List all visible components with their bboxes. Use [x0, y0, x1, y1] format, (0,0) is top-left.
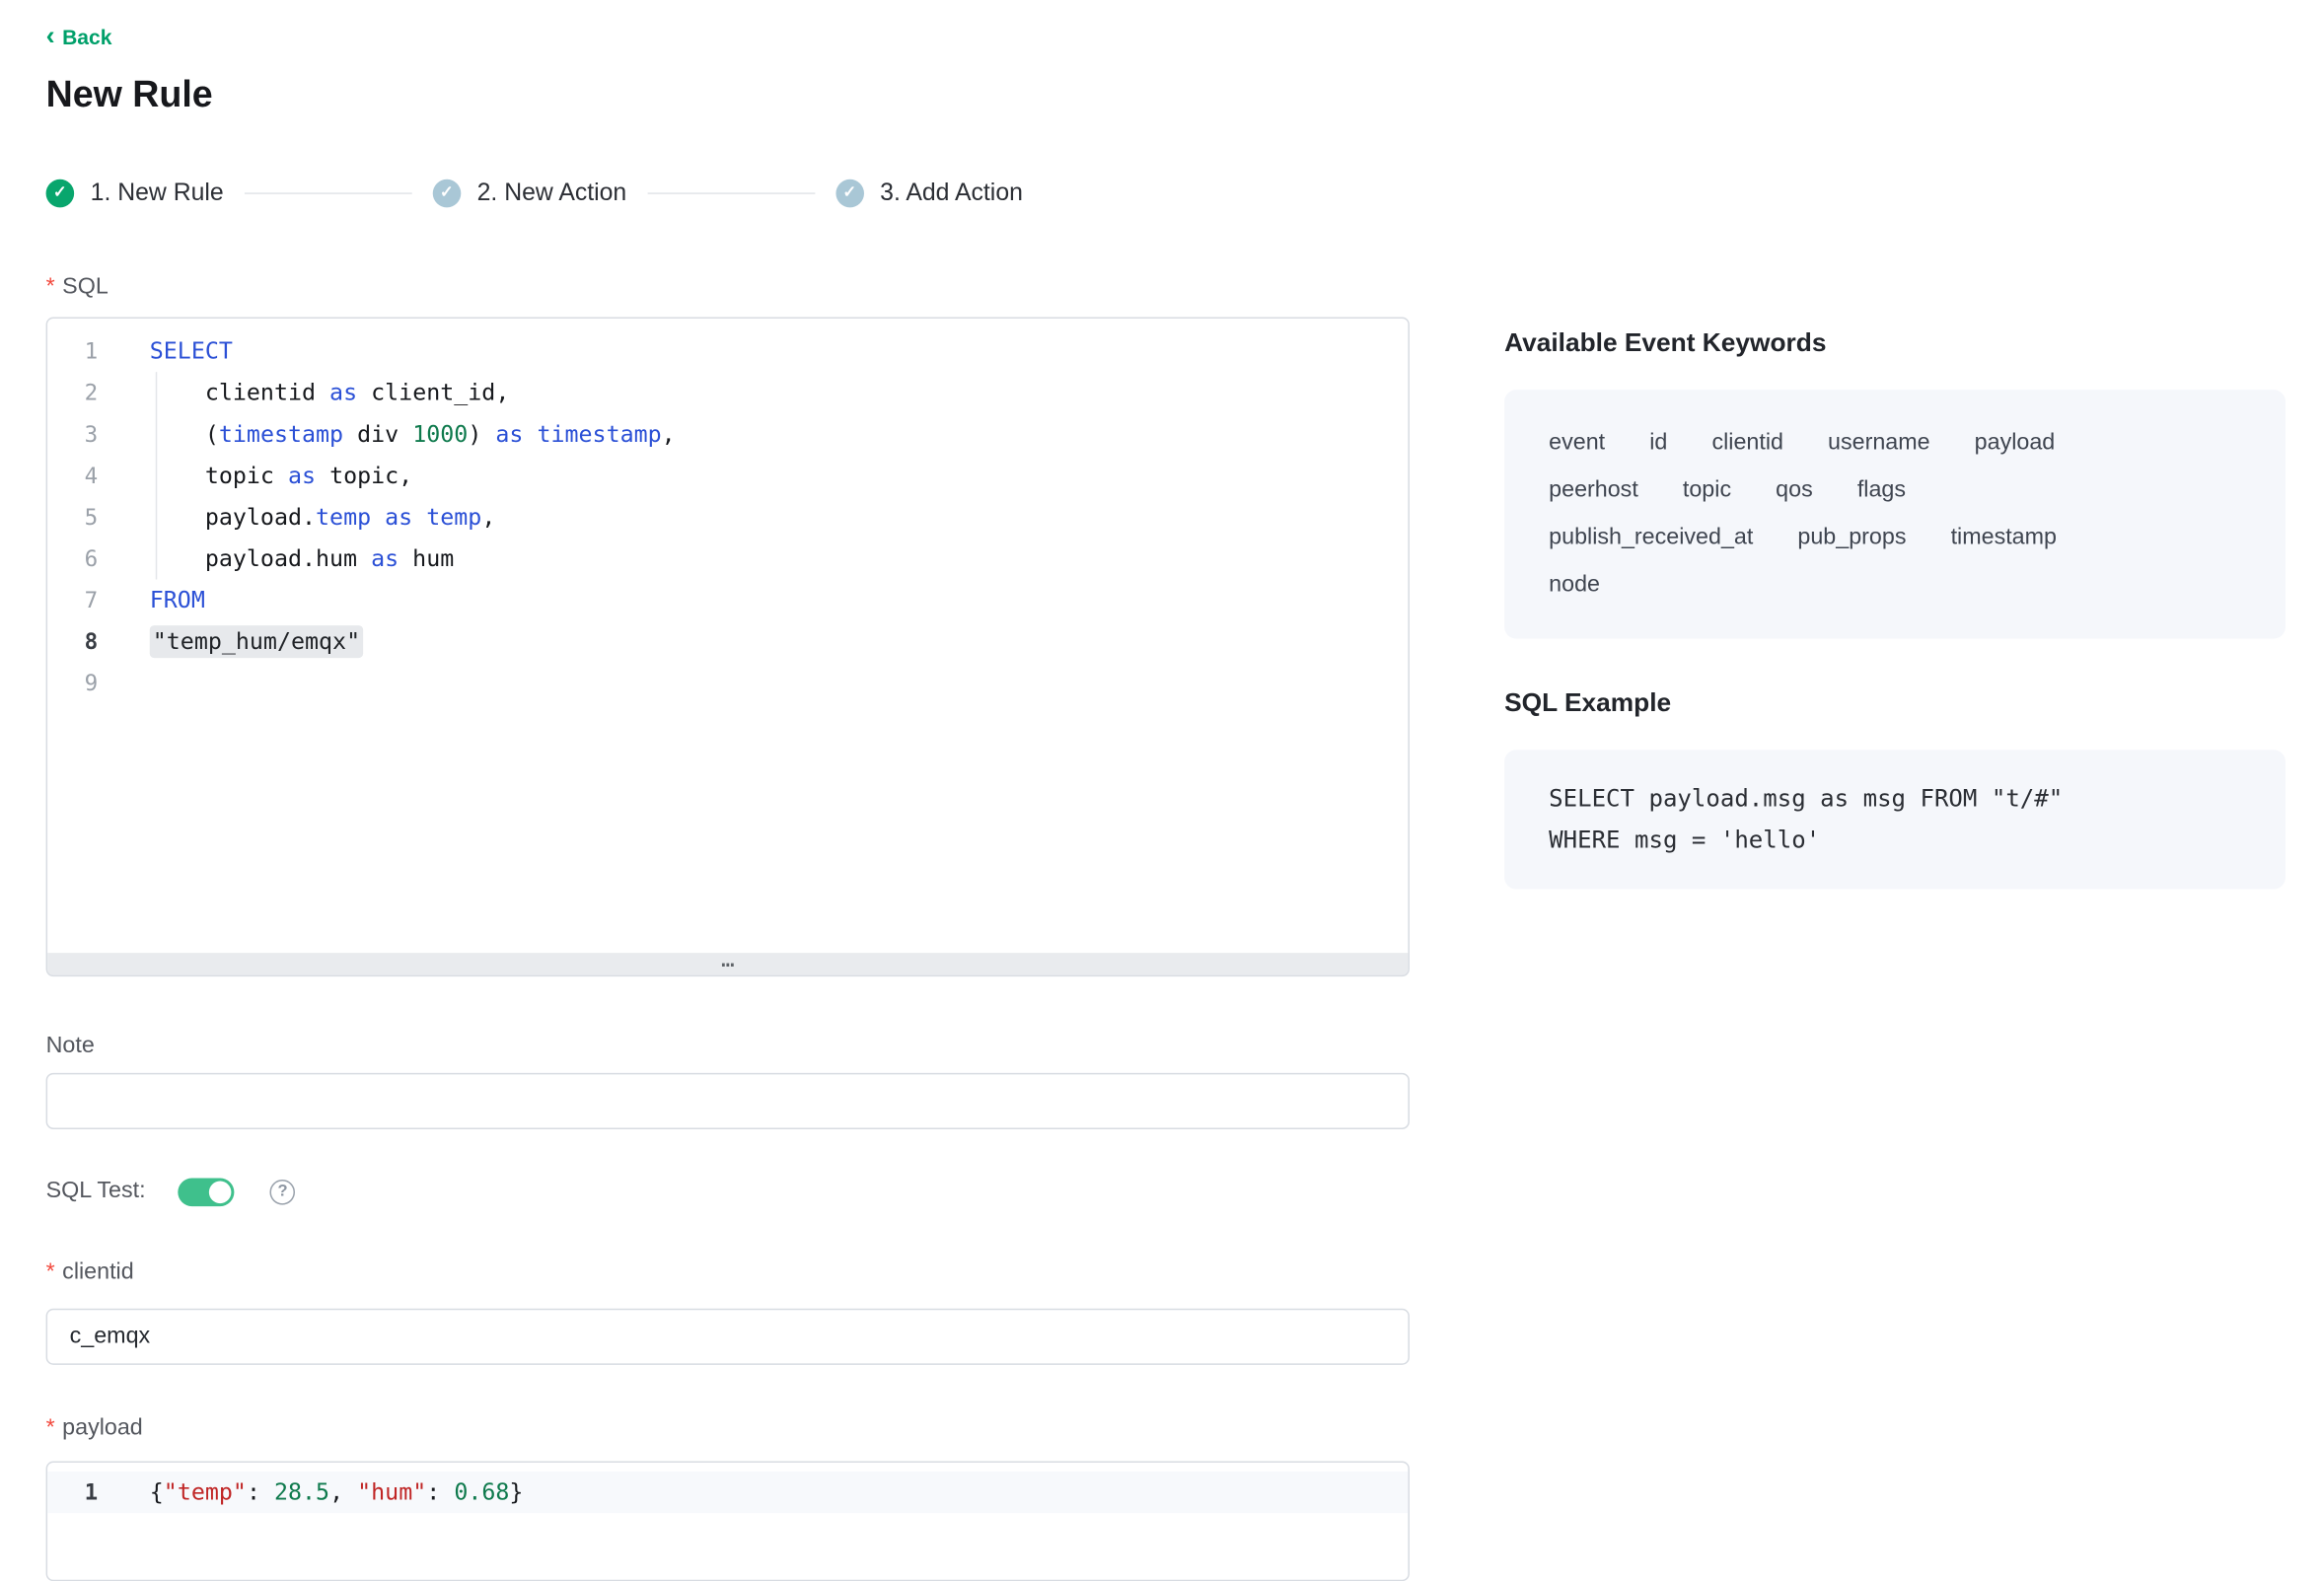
clientid-label-text: clientid [62, 1257, 133, 1289]
event-keyword: topic [1683, 474, 1731, 507]
check-circle-icon [46, 179, 75, 207]
code-text: "temp_hum/emqx" [98, 621, 363, 663]
sql-test-row: SQL Test: [46, 1173, 1410, 1211]
clientid-field-label: * clientid [46, 1257, 1410, 1289]
check-circle-icon [835, 179, 864, 207]
code-line[interactable]: 2 clientid as client_id, [47, 372, 1408, 413]
payload-label-text: payload [62, 1412, 143, 1445]
line-number: 7 [47, 579, 98, 620]
code-line[interactable]: 8"temp_hum/emqx" [47, 621, 1408, 663]
step-3-add-action[interactable]: 3. Add Action [835, 179, 1023, 207]
code-line[interactable]: 1{"temp": 28.5, "hum": 0.68} [47, 1472, 1408, 1513]
step-1-new-rule[interactable]: 1. New Rule [46, 179, 224, 207]
code-text: FROM [98, 579, 205, 620]
code-text [98, 663, 150, 704]
step-label: 3. Add Action [880, 179, 1023, 207]
sql-editor[interactable]: 1SELECT2 clientid as client_id,3 (timest… [46, 318, 1410, 977]
back-link[interactable]: Back [46, 23, 112, 52]
step-label: 1. New Rule [91, 179, 224, 207]
ellipsis-icon [721, 951, 735, 976]
step-2-new-action[interactable]: 2. New Action [433, 179, 627, 207]
stepper: 1. New Rule 2. New Action 3. Add Action [46, 174, 1410, 212]
step-connector [245, 192, 412, 194]
page: Back New Rule 1. New Rule 2. New Action … [0, 0, 2324, 1547]
required-mark: * [46, 1412, 55, 1445]
code-line[interactable]: 7FROM [47, 579, 1408, 620]
event-keyword: pub_props [1797, 522, 1906, 554]
sql-editor-body[interactable]: 1SELECT2 clientid as client_id,3 (timest… [47, 319, 1408, 953]
sql-example-line: WHERE msg = 'hello' [1549, 820, 2241, 861]
sidebar: Available Event Keywords event id clientid… [1504, 324, 2286, 889]
payload-field-label: * payload [46, 1412, 1410, 1445]
code-text: {"temp": 28.5, "hum": 0.68} [98, 1472, 523, 1513]
code-line[interactable]: 9 [47, 663, 1408, 704]
indent-guide [156, 372, 158, 579]
line-number: 3 [47, 413, 98, 455]
check-circle-icon [433, 179, 462, 207]
code-text: SELECT [98, 330, 233, 372]
keywords-panel: event id clientid username payload peerhost to… [1504, 390, 2286, 638]
code-text: clientid as client_id, [98, 372, 509, 413]
event-keyword: node [1549, 569, 1600, 602]
event-keyword: peerhost [1549, 474, 1638, 507]
back-label: Back [62, 26, 111, 49]
required-mark: * [46, 271, 55, 304]
required-mark: * [46, 1257, 55, 1289]
step-connector [647, 192, 815, 194]
event-keyword: id [1649, 427, 1667, 460]
help-icon[interactable] [270, 1179, 296, 1204]
code-line[interactable]: 6 payload.hum as hum [47, 538, 1408, 579]
clientid-input[interactable] [46, 1309, 1410, 1365]
keyword-row: event id clientid username payload [1549, 427, 2241, 460]
line-number: 5 [47, 496, 98, 538]
main-column: Back New Rule 1. New Rule 2. New Action … [46, 0, 1410, 1581]
sql-example-line: SELECT payload.msg as msg FROM "t/#" [1549, 778, 2241, 820]
line-number: 9 [47, 663, 98, 704]
code-line[interactable]: 3 (timestamp div 1000) as timestamp, [47, 413, 1408, 455]
event-keyword: username [1828, 427, 1930, 460]
event-keyword: timestamp [1951, 522, 2057, 554]
code-text: payload.temp as temp, [98, 496, 495, 538]
code-line[interactable]: 1SELECT [47, 330, 1408, 372]
payload-editor-body[interactable]: 1{"temp": 28.5, "hum": 0.68} [47, 1463, 1408, 1513]
event-keyword: event [1549, 427, 1605, 460]
line-number: 6 [47, 538, 98, 579]
event-keyword: qos [1776, 474, 1813, 507]
step-label: 2. New Action [477, 179, 627, 207]
sql-label-text: SQL [62, 271, 109, 304]
keyword-row: node [1549, 569, 2241, 602]
editor-resize-handle[interactable] [47, 953, 1408, 975]
code-text: payload.hum as hum [98, 538, 454, 579]
event-keyword: clientid [1711, 427, 1782, 460]
line-number: 1 [47, 1472, 98, 1513]
keyword-row: peerhost topic qos flags [1549, 474, 2241, 507]
line-number: 4 [47, 455, 98, 496]
code-text: topic as topic, [98, 455, 412, 496]
note-field-label: Note [46, 1030, 1410, 1062]
toggle-knob [209, 1181, 232, 1203]
payload-editor[interactable]: 1{"temp": 28.5, "hum": 0.68} [46, 1462, 1410, 1581]
sql-example-panel: SELECT payload.msg as msg FROM "t/#"WHER… [1504, 750, 2286, 889]
line-number: 1 [47, 330, 98, 372]
event-keyword: publish_received_at [1549, 522, 1753, 554]
sql-test-toggle[interactable] [179, 1178, 235, 1206]
sql-test-label: SQL Test: [46, 1176, 146, 1208]
line-number: 8 [47, 621, 98, 663]
code-text: (timestamp div 1000) as timestamp, [98, 413, 676, 455]
keyword-row: publish_received_at pub_props timestamp [1549, 522, 2241, 554]
sql-field-label: * SQL [46, 271, 1410, 304]
code-line[interactable]: 4 topic as topic, [47, 455, 1408, 496]
line-number: 2 [47, 372, 98, 413]
event-keyword: payload [1975, 427, 2056, 460]
chevron-left-icon [46, 24, 63, 50]
event-keyword: flags [1857, 474, 1906, 507]
note-input[interactable] [46, 1073, 1410, 1129]
code-line[interactable]: 5 payload.temp as temp, [47, 496, 1408, 538]
keywords-title: Available Event Keywords [1504, 324, 2286, 360]
note-label-text: Note [46, 1030, 95, 1062]
page-title: New Rule [46, 73, 1410, 117]
sql-example-title: SQL Example [1504, 684, 2286, 720]
